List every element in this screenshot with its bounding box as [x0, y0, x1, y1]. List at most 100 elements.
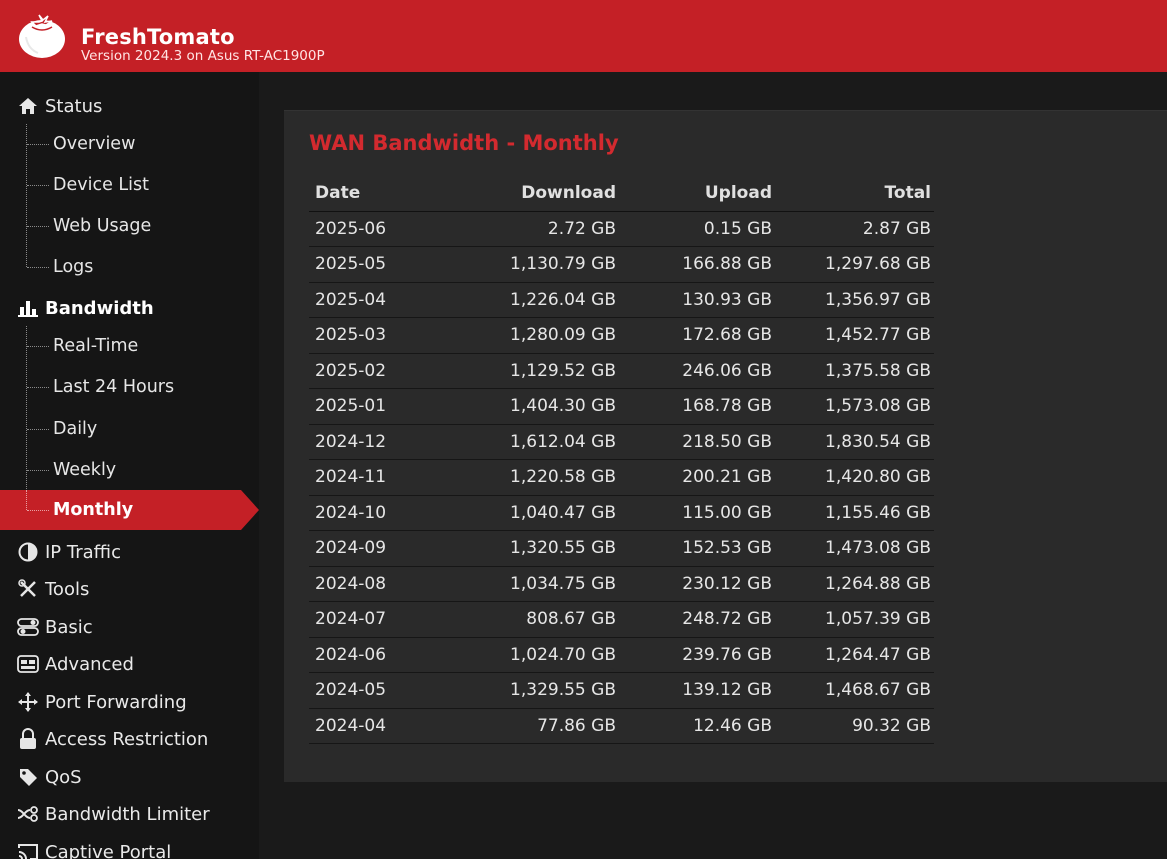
cell-upload: 172.68 GB [619, 317, 775, 354]
sidebar-item-label: Device List [53, 175, 150, 195]
cell-total: 1,057.39 GB [775, 601, 934, 638]
sidebar-item-label: Web Usage [53, 216, 152, 236]
cell-date: 2024-09 [309, 530, 429, 567]
cell-download: 1,130.79 GB [429, 246, 619, 283]
cell-date: 2024-05 [309, 672, 429, 709]
column-header-download[interactable]: Download [429, 176, 619, 212]
sidebar-item-device-list[interactable]: Device List [0, 165, 259, 205]
cell-upload: 130.93 GB [619, 282, 775, 318]
sidebar-group-label: Basic [45, 616, 93, 638]
sidebar-group-tools[interactable]: Tools [0, 572, 259, 606]
cell-download: 1,220.58 GB [429, 459, 619, 496]
page-title: WAN Bandwidth - Monthly [309, 131, 619, 155]
table-row: 2024-08 1,034.75 GB 230.12 GB 1,264.88 GB [309, 566, 934, 602]
sidebar-group-ip-traffic[interactable]: IP Traffic [0, 535, 259, 569]
tag-icon [17, 766, 39, 788]
sidebar-group-label: Bandwidth Limiter [45, 803, 210, 825]
sidebar-group-basic[interactable]: Basic [0, 610, 259, 644]
sidebar-group-label: Status [45, 95, 103, 117]
cell-download: 1,024.70 GB [429, 637, 619, 673]
cell-date: 2025-05 [309, 246, 429, 283]
cell-upload: 0.15 GB [619, 211, 775, 247]
table-row: 2024-11 1,220.58 GB 200.21 GB 1,420.80 GB [309, 459, 934, 496]
bandwidth-panel: WAN Bandwidth - Monthly Date Download Up… [284, 110, 1167, 782]
table-row: 2025-05 1,130.79 GB 166.88 GB 1,297.68 GB [309, 246, 934, 283]
cell-total: 1,155.46 GB [775, 495, 934, 531]
sidebar-group-label: Access Restriction [45, 728, 209, 750]
sidebar-group-label: Advanced [45, 653, 134, 675]
version-subtitle: Version 2024.3 on Asus RT-AC1900P [81, 48, 325, 64]
sidebar-group-label: Bandwidth [45, 297, 154, 319]
cell-date: 2025-01 [309, 388, 429, 425]
sidebar-group-qos[interactable]: QoS [0, 760, 259, 794]
cell-upload: 246.06 GB [619, 353, 775, 389]
table-row: 2024-05 1,329.55 GB 139.12 GB 1,468.67 GB [309, 672, 934, 709]
sidebar-group-advanced[interactable]: Advanced [0, 647, 259, 681]
limiter-icon [17, 803, 39, 825]
column-header-upload[interactable]: Upload [619, 176, 775, 212]
cell-download: 1,040.47 GB [429, 495, 619, 531]
sidebar-group-bandwidth[interactable]: Bandwidth [0, 291, 259, 325]
cell-upload: 139.12 GB [619, 672, 775, 709]
cell-upload: 218.50 GB [619, 424, 775, 460]
column-header-total[interactable]: Total [775, 176, 934, 212]
table-row: 2024-07 808.67 GB 248.72 GB 1,057.39 GB [309, 601, 934, 638]
main-content: WAN Bandwidth - Monthly Date Download Up… [259, 72, 1167, 859]
sidebar-group-status[interactable]: Status [0, 89, 259, 123]
cell-download: 1,034.75 GB [429, 566, 619, 602]
cell-upload: 239.76 GB [619, 637, 775, 673]
sidebar-item-label: Daily [53, 419, 98, 439]
cell-upload: 166.88 GB [619, 246, 775, 283]
table-row: 2024-12 1,612.04 GB 218.50 GB 1,830.54 GB [309, 424, 934, 460]
sidebar-item-overview[interactable]: Overview [0, 124, 259, 164]
cast-icon [17, 841, 39, 859]
cell-total: 1,468.67 GB [775, 672, 934, 709]
sidebar-group-label: Port Forwarding [45, 691, 187, 713]
column-header-date[interactable]: Date [309, 176, 429, 212]
sidebar-group-port-forwarding[interactable]: Port Forwarding [0, 685, 259, 719]
table-row: 2024-10 1,040.47 GB 115.00 GB 1,155.46 GB [309, 495, 934, 531]
table-row: 2025-01 1,404.30 GB 168.78 GB 1,573.08 GB [309, 388, 934, 425]
sidebar-item-web-usage[interactable]: Web Usage [0, 206, 259, 246]
sidebar: Status Overview Device List Web Usage Lo… [0, 72, 259, 859]
table-row: 2025-02 1,129.52 GB 246.06 GB 1,375.58 GB [309, 353, 934, 389]
table-header-row: Date Download Upload Total [309, 176, 934, 212]
cell-date: 2024-10 [309, 495, 429, 531]
cell-date: 2025-02 [309, 353, 429, 389]
cell-upload: 230.12 GB [619, 566, 775, 602]
tree-connector [26, 490, 27, 510]
cell-total: 1,375.58 GB [775, 353, 934, 389]
cell-download: 1,329.55 GB [429, 672, 619, 709]
tomato-logo-icon[interactable] [18, 13, 66, 59]
tools-icon [17, 578, 39, 600]
cell-total: 2.87 GB [775, 211, 934, 247]
advanced-icon [17, 653, 39, 675]
sidebar-item-last-24-hours[interactable]: Last 24 Hours [0, 367, 259, 407]
table-row: 2024-04 77.86 GB 12.46 GB 90.32 GB [309, 708, 934, 744]
cell-total: 1,420.80 GB [775, 459, 934, 496]
cell-upload: 248.72 GB [619, 601, 775, 638]
bandwidth-table: Date Download Upload Total 2025-06 2.72 G… [309, 176, 934, 744]
sidebar-item-logs[interactable]: Logs [0, 247, 259, 287]
tree-branch [27, 510, 49, 511]
sidebar-group-label: Captive Portal [45, 841, 172, 859]
sidebar-group-bandwidth-limiter[interactable]: Bandwidth Limiter [0, 797, 259, 831]
sidebar-item-label: Real-Time [53, 336, 139, 356]
cell-date: 2024-12 [309, 424, 429, 460]
cell-date: 2024-07 [309, 601, 429, 638]
cell-download: 1,404.30 GB [429, 388, 619, 425]
sidebar-group-label: IP Traffic [45, 541, 121, 563]
table-row: 2025-04 1,226.04 GB 130.93 GB 1,356.97 GB [309, 282, 934, 318]
sidebar-group-access-restriction[interactable]: Access Restriction [0, 722, 259, 756]
sidebar-group-captive-portal[interactable]: Captive Portal [0, 835, 259, 859]
header-bar: FreshTomato Version 2024.3 on Asus RT-AC… [0, 0, 1167, 72]
port-forward-icon [17, 691, 39, 713]
sidebar-item-real-time[interactable]: Real-Time [0, 326, 259, 366]
sidebar-item-label: Weekly [53, 460, 117, 480]
cell-date: 2025-03 [309, 317, 429, 354]
cell-upload: 115.00 GB [619, 495, 775, 531]
toggle-icon [17, 616, 39, 638]
sidebar-item-daily[interactable]: Daily [0, 409, 259, 449]
sidebar-item-weekly[interactable]: Weekly [0, 450, 259, 490]
table-row: 2024-09 1,320.55 GB 152.53 GB 1,473.08 GB [309, 530, 934, 567]
